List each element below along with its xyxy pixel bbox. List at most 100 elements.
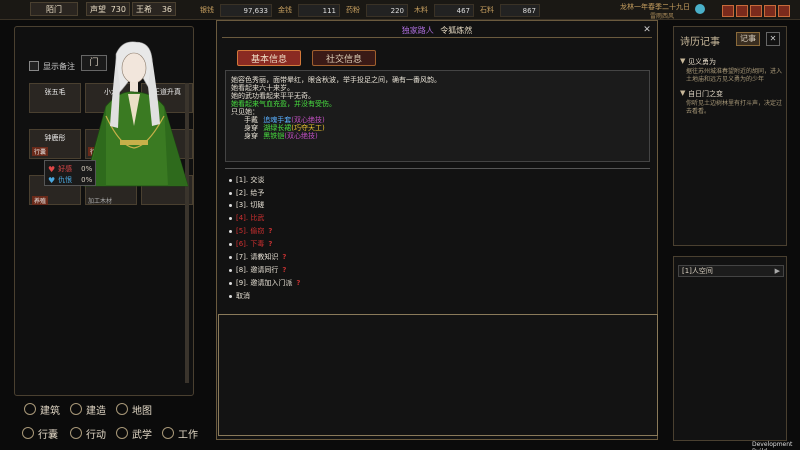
option-invite-sect[interactable]: [9]. 邀请加入门派? (229, 278, 300, 288)
option-invite-travel[interactable]: [8]. 邀请同行? (229, 265, 286, 275)
journal-panel: 诗历记事 记事 ✕ ▼ 见义勇为 据往苏州城淮春望附近的胡同，进入土地庙和远方见… (673, 26, 787, 246)
option-label: 取消 (236, 292, 250, 300)
equip-note: (双心绝技) (284, 132, 318, 140)
option-label: [2]. 给予 (236, 189, 265, 197)
disciple-job: 加工木材 (88, 198, 113, 205)
option-give[interactable]: [2]. 给予 (229, 188, 264, 198)
option-steal[interactable]: [5]. 偷窃? (229, 226, 272, 236)
warning-icon: ? (282, 266, 287, 274)
close-icon[interactable]: ✕ (766, 32, 780, 46)
bottom-nav: 建筑 建造 地图 行囊 行动 武学 工作 (18, 398, 208, 446)
equip-slot: 手戴 (244, 116, 258, 124)
nav-label: 行囊 (38, 429, 58, 441)
option-spar[interactable]: [3]. 切磋 (229, 200, 264, 210)
sect-size-label: 王希 (136, 4, 152, 14)
fast-forward-button[interactable] (750, 5, 762, 17)
nav-label: 建造 (86, 405, 106, 417)
arrow-right-icon: ▶ (774, 267, 780, 275)
chevron-down-icon[interactable]: ▼ (680, 57, 685, 65)
work-icon (162, 427, 174, 439)
disciple-status: 行囊 (32, 147, 49, 156)
disciple-name: 钟鹿彤 (44, 134, 66, 142)
bag-icon (22, 427, 34, 439)
nav-label: 建筑 (40, 405, 60, 417)
option-cancel[interactable]: 取消 (229, 291, 250, 301)
option-talk[interactable]: [1]. 交谈 (229, 175, 264, 185)
nav-label: 行动 (86, 429, 106, 441)
sect-label: 陌门 (46, 4, 62, 14)
sect-name-box[interactable]: 陌门 (30, 2, 78, 16)
chevron-down-icon[interactable]: ▼ (680, 89, 685, 97)
secondary-panel: [1]人空间 ▶ (673, 256, 787, 441)
option-label: [8]. 邀请同行 (236, 266, 279, 274)
map-icon (116, 403, 128, 415)
option-label: [4]. 比武 (236, 214, 265, 222)
resource-label: 木料 (414, 6, 428, 14)
warning-icon: ? (282, 253, 287, 261)
resource-label: 药粉 (346, 6, 360, 14)
option-duel[interactable]: [4]. 比武 (229, 213, 264, 223)
nav-inventory[interactable]: 行囊 (22, 424, 58, 442)
npc-title: 独家路人 (401, 26, 434, 35)
relation-status-popup: ♥ 好感 0% ♥ 仇恨 0% (44, 160, 96, 186)
nav-build[interactable]: 建筑 (24, 400, 60, 418)
action-icon (70, 427, 82, 439)
show-notes-checkbox[interactable] (29, 61, 39, 71)
show-notes-label: 显示备注 (43, 62, 75, 71)
option-ask-knowledge[interactable]: [7]. 请教知识? (229, 252, 286, 262)
option-label: [7]. 请教知识 (236, 253, 279, 261)
nav-work[interactable]: 工作 (162, 424, 198, 442)
favor-value: 0% (81, 165, 93, 173)
tab-basic-info[interactable]: 基本信息 (237, 50, 301, 66)
equip-item[interactable]: 黑铁铠 (263, 132, 284, 140)
journal-entry-title[interactable]: 见义勇为 (688, 57, 716, 67)
dialog-log-box (218, 314, 658, 436)
journal-title: 诗历记事 (680, 37, 720, 48)
equip-note: (巧夺天工) (291, 124, 325, 132)
resource-label: 石料 (480, 6, 494, 14)
disciple-card[interactable]: 钟鹿彤 行囊 (29, 129, 81, 159)
sect-size-box: 王希 36 (132, 2, 176, 16)
reputation-box: 声望 730 (86, 2, 130, 16)
build-label: Development Build (752, 441, 793, 450)
option-poison[interactable]: [6]. 下毒? (229, 239, 272, 249)
pause-button[interactable] (722, 5, 734, 17)
hammer-icon (70, 403, 82, 415)
resource-value: 867 (500, 4, 540, 17)
journal-entry-title[interactable]: 自日门之变 (688, 89, 723, 99)
tab-label: 社交信息 (325, 54, 362, 65)
speed-button[interactable] (736, 5, 748, 17)
disciple-card[interactable]: 张五毛 (29, 83, 81, 113)
weather-icon (695, 4, 705, 14)
nav-label: 地图 (132, 405, 152, 417)
nav-martial[interactable]: 武学 (116, 424, 152, 442)
equip-item[interactable]: 湖绿长裙 (263, 124, 291, 132)
menu-button[interactable] (778, 5, 790, 17)
tab-social-info[interactable]: 社交信息 (312, 50, 376, 66)
equip-slot: 身穿 (244, 124, 258, 132)
npc-name: 令狐炼然 (440, 26, 473, 35)
nav-action[interactable]: 行动 (70, 424, 106, 442)
weather-text: 雷雨西风 (650, 13, 675, 20)
option-label: [3]. 切磋 (236, 201, 265, 209)
equip-item[interactable]: 追魂手套 (263, 116, 291, 124)
option-label: [1]. 交谈 (236, 176, 265, 184)
favor-label: 好感 (58, 165, 73, 173)
equip-note: (双心绝技) (291, 116, 325, 124)
nav-map[interactable]: 地图 (116, 400, 152, 418)
close-icon[interactable]: ✕ (642, 25, 652, 35)
heart-icon: ♥ (48, 164, 56, 174)
top-status-bar: 陌门 声望 730 王希 36 银钱 97,633 金钱 111 药粉 220 … (0, 0, 800, 20)
space-item[interactable]: [1]人空间 ▶ (678, 265, 784, 277)
journal-tab[interactable]: 记事 (736, 32, 760, 46)
settings-button[interactable] (764, 5, 776, 17)
warning-icon: ? (296, 279, 301, 287)
option-label: [9]. 邀请加入门派 (236, 279, 293, 287)
resource-label: 银钱 (200, 6, 214, 14)
hatred-label: 仇恨 (58, 176, 73, 184)
nav-label: 武学 (132, 429, 152, 441)
resource-label: 金钱 (278, 6, 292, 14)
nav-construct[interactable]: 建造 (70, 400, 106, 418)
divider (225, 168, 650, 169)
equip-row: 身穿 黑铁铠(双心绝技) (244, 132, 318, 140)
